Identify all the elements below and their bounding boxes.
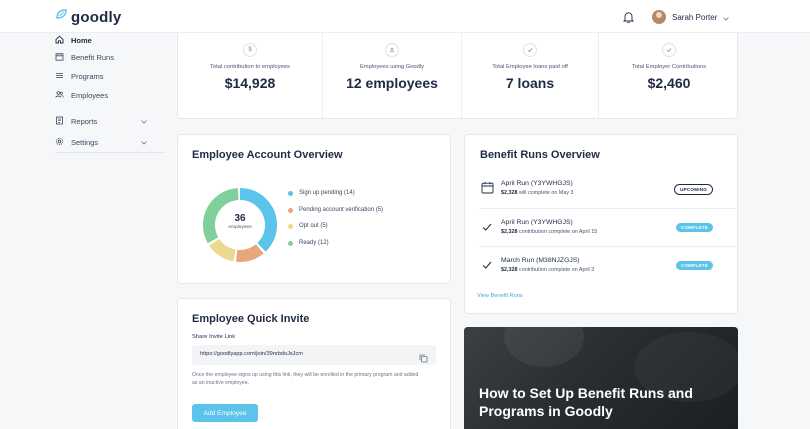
report-icon xyxy=(55,116,64,127)
stat-employer-contributions: Total Employer Contributions $2,460 xyxy=(599,33,739,119)
invite-url: https://goodlyapp.com/join/39nrbdoJsJcm xyxy=(200,351,303,357)
sidebar-item-label: Reports xyxy=(71,116,98,126)
stat-loans-paid: Total Employee loans paid off 7 loans xyxy=(462,33,598,119)
sidebar-item-label: Employees xyxy=(71,90,109,100)
sidebar-item-benefit-runs[interactable]: Benefit Runs xyxy=(55,50,155,64)
stat-employees-using: Employees using Goodly 12 employees xyxy=(323,33,461,119)
user-name: Sarah Porter xyxy=(672,12,718,22)
check-icon xyxy=(481,258,493,276)
sidebar-item-label: Programs xyxy=(71,71,104,81)
check-icon xyxy=(662,43,676,57)
sidebar-item-programs[interactable]: Programs xyxy=(55,69,155,83)
benefit-runs-card: Benefit Runs Overview April Run (Y3YWHGJ… xyxy=(464,134,738,314)
copy-icon[interactable] xyxy=(419,350,428,368)
card-title: Employee Account Overview xyxy=(192,149,343,161)
legend-dot xyxy=(288,223,293,229)
run-amount: $2,328 xyxy=(501,267,518,273)
divider xyxy=(479,208,737,209)
run-amount: $2,328 xyxy=(501,190,518,196)
sidebar-item-home[interactable]: Home xyxy=(55,33,155,47)
legend-dot xyxy=(288,190,293,196)
stats-card: $ Total contribution to employees $14,92… xyxy=(177,33,738,119)
donut-center-label: employees xyxy=(228,225,252,230)
sidebar-item-employees[interactable]: Employees xyxy=(55,88,155,102)
check-icon xyxy=(523,43,537,57)
stat-label: Total contribution to employees xyxy=(210,64,290,70)
calendar-icon xyxy=(55,52,64,63)
legend-label: Ready (12) xyxy=(299,240,329,246)
stat-value: 12 employees xyxy=(346,75,438,91)
stat-label: Employees using Goodly xyxy=(359,64,425,70)
notifications-bell-icon[interactable] xyxy=(622,10,635,28)
goodly-logo-icon xyxy=(55,8,68,26)
legend-label: Sign up pending (14) xyxy=(299,190,355,196)
share-invite-label: Share Invite Link xyxy=(192,334,236,340)
benefit-run-item[interactable]: March Run (M38NJZGJS) $2,328 contributio… xyxy=(479,257,723,293)
stat-label: Total Employee loans paid off xyxy=(492,64,568,70)
stat-total-contribution: $ Total contribution to employees $14,92… xyxy=(178,33,322,119)
stat-value: 7 loans xyxy=(505,75,555,91)
chevron-down-icon xyxy=(141,138,147,147)
sidebar: Home Benefit Runs Programs Employees Rep… xyxy=(55,33,165,153)
logo-text: goodly xyxy=(71,8,122,26)
sidebar-item-label: Settings xyxy=(71,137,99,147)
avatar xyxy=(652,10,666,24)
benefit-run-item[interactable]: April Run (Y3YWHGJS) $2,328 contribution… xyxy=(479,219,723,255)
divider xyxy=(479,246,737,247)
status-badge: UPCOMING xyxy=(674,184,713,195)
card-title: Employee Quick Invite xyxy=(192,313,310,325)
check-icon xyxy=(481,220,493,238)
donut-center-value: 36 xyxy=(234,213,246,224)
stat-value: $14,928 xyxy=(224,75,276,91)
dollar-icon: $ xyxy=(243,43,257,57)
top-bar: goodly Sarah Porter xyxy=(0,0,810,33)
run-status-text: will complete on May 3 xyxy=(517,190,574,196)
calendar-icon xyxy=(481,181,494,199)
run-subtitle: $2,328 will complete on May 3 xyxy=(501,190,574,196)
promo-title: How to Set Up Benefit Runs and Programs … xyxy=(479,385,693,420)
run-status-text: contribution complete on April 15 xyxy=(517,229,598,235)
status-badge: COMPLETE xyxy=(675,223,713,232)
card-title: Benefit Runs Overview xyxy=(480,149,600,161)
run-title: March Run (M38NJZGJS) xyxy=(501,257,580,264)
run-amount: $2,328 xyxy=(501,229,518,235)
user-menu[interactable]: Sarah Porter xyxy=(652,8,730,26)
legend-opt-out: Opt out (5) xyxy=(288,223,328,229)
users-icon xyxy=(55,90,64,101)
goodly-logo[interactable]: goodly xyxy=(55,8,121,26)
stat-label: Total Employer Contributions xyxy=(631,64,707,70)
chevron-down-icon xyxy=(723,8,730,26)
sidebar-item-settings[interactable]: Settings xyxy=(55,135,155,149)
run-title: April Run (Y3YWHGJS) xyxy=(501,219,573,226)
sidebar-item-label: Benefit Runs xyxy=(71,52,114,62)
sidebar-item-reports[interactable]: Reports xyxy=(55,114,155,128)
invite-note: Once the employee signs up using this li… xyxy=(192,372,419,386)
add-employee-button[interactable]: Add Employee xyxy=(192,404,258,422)
legend-ready: Ready (12) xyxy=(288,240,329,246)
gear-icon xyxy=(55,137,64,148)
legend-dot xyxy=(288,240,293,246)
run-subtitle: $2,328 contribution complete on April 3 xyxy=(501,267,594,273)
list-icon xyxy=(55,71,64,82)
legend-label: Pending account verification (5) xyxy=(299,207,384,213)
home-icon xyxy=(55,35,64,46)
quick-invite-card: Employee Quick Invite Share Invite Link … xyxy=(177,298,451,429)
view-benefit-runs-link[interactable]: View Benefit Runs xyxy=(477,293,523,299)
legend-dot xyxy=(288,207,293,213)
legend-label: Opt out (5) xyxy=(299,223,328,229)
sidebar-item-label: Home xyxy=(71,35,92,45)
run-subtitle: $2,328 contribution complete on April 15 xyxy=(501,229,597,235)
person-icon xyxy=(385,43,399,57)
run-title: April Run (Y3YWHGJS) xyxy=(501,180,573,187)
promo-banner[interactable]: How to Set Up Benefit Runs and Programs … xyxy=(464,327,738,429)
stat-value: $2,460 xyxy=(647,75,691,91)
status-badge: COMPLETE xyxy=(675,261,713,270)
chevron-down-icon xyxy=(141,117,147,126)
benefit-run-item[interactable]: April Run (Y3YWHGJS) $2,328 will complet… xyxy=(479,180,723,216)
legend-sign-up-pending: Sign up pending (14) xyxy=(288,190,355,196)
invite-link-field[interactable]: https://goodlyapp.com/join/39nrbdoJsJcm xyxy=(192,345,436,365)
account-overview-card: Employee Account Overview 36 employees S… xyxy=(177,134,451,284)
run-status-text: contribution complete on April 3 xyxy=(517,267,595,273)
legend-pending-verification: Pending account verification (5) xyxy=(288,207,383,213)
